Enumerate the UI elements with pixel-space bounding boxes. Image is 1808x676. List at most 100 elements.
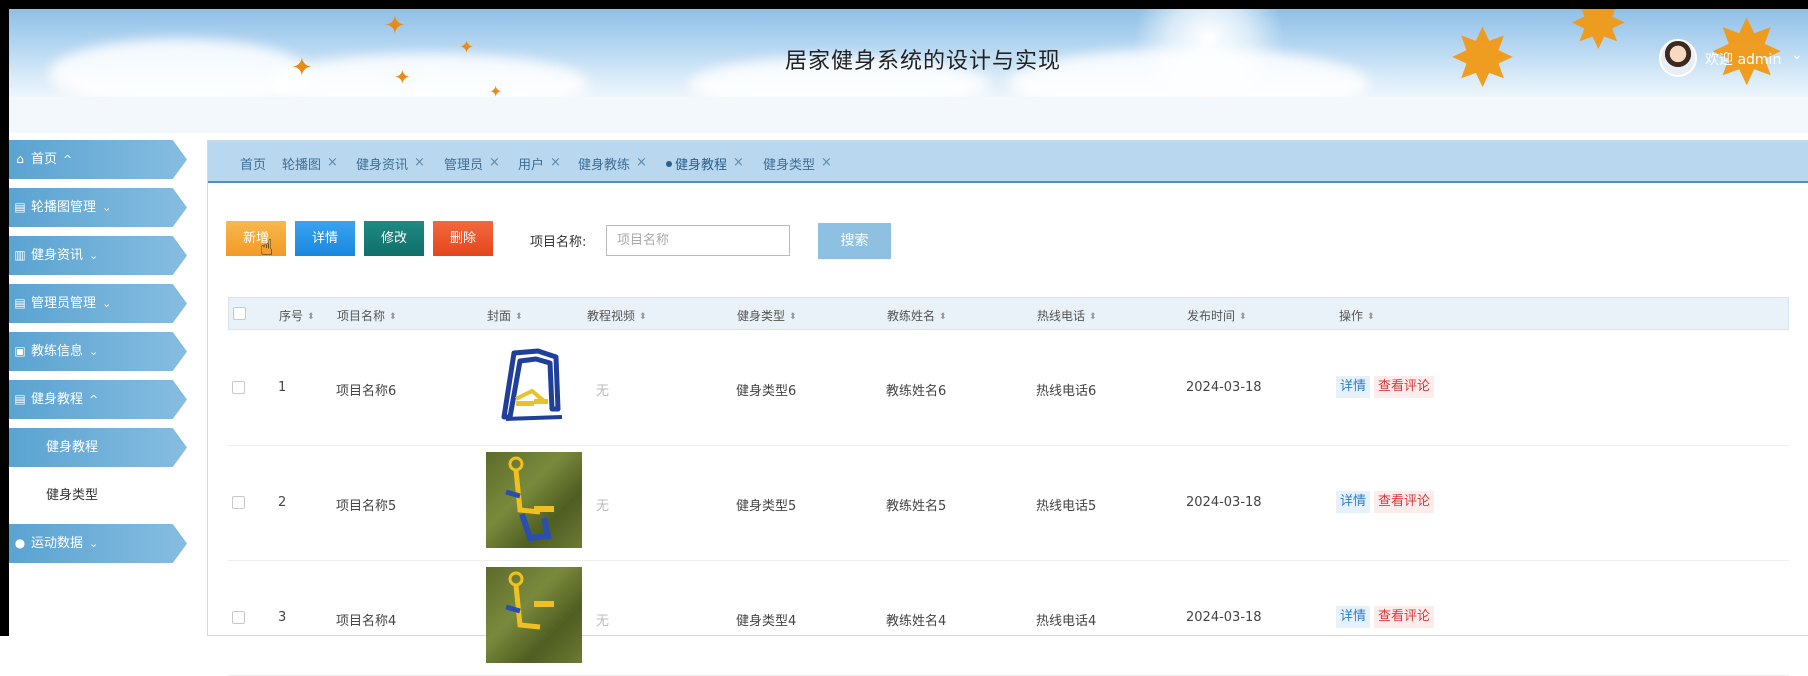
- tab-label: 用户: [518, 158, 545, 173]
- row-detail-button[interactable]: 详情: [1336, 491, 1371, 513]
- cell-coach: 教练姓名4: [886, 614, 947, 629]
- close-icon[interactable]: ×: [636, 155, 647, 170]
- exercise-machine-icon: [501, 348, 563, 421]
- welcome-text: 欢迎 admin: [1705, 52, 1782, 68]
- tab-news[interactable]: 健身资讯 ×: [356, 154, 425, 173]
- tab-label: 管理员: [444, 158, 484, 173]
- tab-carousel[interactable]: 轮播图 ×: [282, 154, 338, 173]
- view-comment-button[interactable]: 查看评论: [1374, 491, 1435, 513]
- detail-button[interactable]: 详情: [295, 221, 355, 256]
- cell-name: 项目名称6: [336, 384, 397, 399]
- table-row: 2 项目名称5 无 健身类型5 教练姓名5 热线电话5 2024-03-18 详…: [228, 446, 1789, 561]
- close-icon[interactable]: ×: [489, 155, 500, 170]
- cell-video: 无: [596, 499, 610, 514]
- row-detail-button[interactable]: 详情: [1336, 606, 1371, 628]
- column-label: 教程视频: [587, 309, 636, 323]
- cover-image[interactable]: [486, 567, 582, 663]
- edit-button[interactable]: 修改: [364, 221, 424, 256]
- column-header[interactable]: 封面 ⬍: [487, 307, 523, 324]
- close-icon[interactable]: ×: [821, 155, 832, 170]
- screen-top-border: [0, 0, 1808, 9]
- close-icon[interactable]: ×: [550, 155, 561, 170]
- tab-admin[interactable]: 管理员 ×: [444, 154, 500, 173]
- add-button[interactable]: 新增: [226, 221, 286, 256]
- sidebar-item-tutorial[interactable]: ▤ 健身教程 ^: [9, 380, 187, 419]
- sort-icon[interactable]: ⬍: [307, 312, 315, 322]
- close-icon[interactable]: ×: [414, 155, 425, 170]
- search-button[interactable]: 搜索: [818, 223, 891, 259]
- sort-icon[interactable]: ⬍: [939, 312, 947, 322]
- row-checkbox[interactable]: [232, 611, 245, 624]
- column-header[interactable]: 热线电话 ⬍: [1037, 307, 1097, 324]
- sidebar-item-coach[interactable]: ▣ 教练信息 ⌄: [9, 332, 187, 371]
- tab-user[interactable]: 用户 ×: [518, 154, 561, 173]
- column-header[interactable]: 教程视频 ⬍: [587, 307, 647, 324]
- row-checkbox[interactable]: [232, 381, 245, 394]
- column-header[interactable]: 教练姓名 ⬍: [887, 307, 947, 324]
- sidebar-item-carousel[interactable]: ▤ 轮播图管理 ⌄: [9, 188, 187, 227]
- tab-tutorial[interactable]: 健身教程 ×: [666, 154, 744, 173]
- search-input[interactable]: [606, 225, 790, 256]
- user-menu[interactable]: 欢迎 admin ⌄: [1659, 39, 1808, 79]
- sidebar-subitem-tutorial[interactable]: 健身教程: [9, 428, 187, 467]
- leaf-icon: ✦: [384, 11, 406, 41]
- list-icon: ▥: [14, 248, 26, 262]
- sort-icon[interactable]: ⬍: [515, 312, 523, 322]
- view-comment-button[interactable]: 查看评论: [1374, 606, 1435, 628]
- cell-date: 2024-03-18: [1186, 495, 1262, 510]
- row-detail-button[interactable]: 详情: [1336, 376, 1371, 398]
- sidebar-item-news[interactable]: ▥ 健身资讯 ⌄: [9, 236, 187, 275]
- leaf-icon: ✦: [291, 53, 313, 83]
- tab-coach[interactable]: 健身教练 ×: [578, 154, 647, 173]
- view-comment-button[interactable]: 查看评论: [1374, 376, 1435, 398]
- sidebar-item-home[interactable]: ⌂ 首页 ^: [9, 140, 187, 179]
- sidebar-item-sport-data[interactable]: ● 运动数据 ⌄: [9, 524, 187, 563]
- header-band: [9, 97, 1808, 133]
- tab-type[interactable]: 健身类型 ×: [763, 154, 832, 173]
- sidebar-item-admin[interactable]: ▤ 管理员管理 ⌄: [9, 284, 187, 323]
- column-header[interactable]: 健身类型 ⬍: [737, 307, 797, 324]
- column-header[interactable]: 项目名称 ⬍: [337, 307, 397, 324]
- sort-icon[interactable]: ⬍: [1239, 312, 1247, 322]
- sort-icon[interactable]: ⬍: [1367, 312, 1375, 322]
- sort-icon[interactable]: ⬍: [389, 312, 397, 322]
- sidebar-item-label: 管理员管理: [31, 296, 97, 311]
- chevron-up-icon: ^: [89, 393, 99, 406]
- sidebar-item-label: 健身教程: [31, 392, 84, 407]
- column-label: 健身类型: [737, 309, 786, 323]
- close-icon[interactable]: ×: [327, 155, 338, 170]
- chevron-down-icon: ⌄: [102, 201, 112, 214]
- sort-icon[interactable]: ⬍: [789, 312, 797, 322]
- table-header: 序号 ⬍ 项目名称 ⬍ 封面 ⬍ 教程视频 ⬍ 健身类型 ⬍ 教练姓名 ⬍ 热线电话 ⬍ 发布…: [228, 297, 1789, 330]
- chevron-up-icon: ^: [63, 153, 73, 166]
- select-all-checkbox[interactable]: [233, 307, 246, 320]
- avatar[interactable]: [1659, 39, 1697, 77]
- list-icon: ▤: [14, 392, 26, 406]
- sort-icon[interactable]: ⬍: [639, 312, 647, 322]
- sidebar-subitem-type[interactable]: 健身类型: [9, 476, 187, 515]
- chevron-down-icon: ⌄: [89, 249, 99, 262]
- close-icon[interactable]: ×: [733, 155, 744, 170]
- maple-leaf-icon: ✸: [1449, 12, 1517, 98]
- delete-button[interactable]: 删除: [433, 221, 493, 256]
- leaf-icon: ✦: [489, 82, 503, 98]
- cloud-decoration: [1009, 49, 1369, 97]
- column-header[interactable]: 序号 ⬍: [279, 307, 315, 324]
- cell-phone: 热线电话6: [1036, 384, 1097, 399]
- cover-image[interactable]: [486, 452, 582, 548]
- cell-date: 2024-03-18: [1186, 610, 1262, 625]
- column-header[interactable]: 操作 ⬍: [1339, 307, 1375, 324]
- chevron-down-icon: ⌄: [102, 297, 112, 310]
- tab-label: 轮播图: [282, 158, 322, 173]
- cover-image[interactable]: [486, 339, 582, 435]
- sidebar-item-label: 健身资讯: [31, 248, 84, 263]
- chevron-down-icon[interactable]: ⌄: [1791, 47, 1803, 63]
- exercise-machine-icon: [505, 571, 554, 630]
- tab-label: 健身教练: [578, 158, 631, 173]
- cell-coach: 教练姓名6: [886, 384, 947, 399]
- tab-home[interactable]: 首页: [240, 154, 266, 173]
- cell-video: 无: [596, 614, 610, 629]
- column-header[interactable]: 发布时间 ⬍: [1187, 307, 1247, 324]
- sort-icon[interactable]: ⬍: [1089, 312, 1097, 322]
- row-checkbox[interactable]: [232, 496, 245, 509]
